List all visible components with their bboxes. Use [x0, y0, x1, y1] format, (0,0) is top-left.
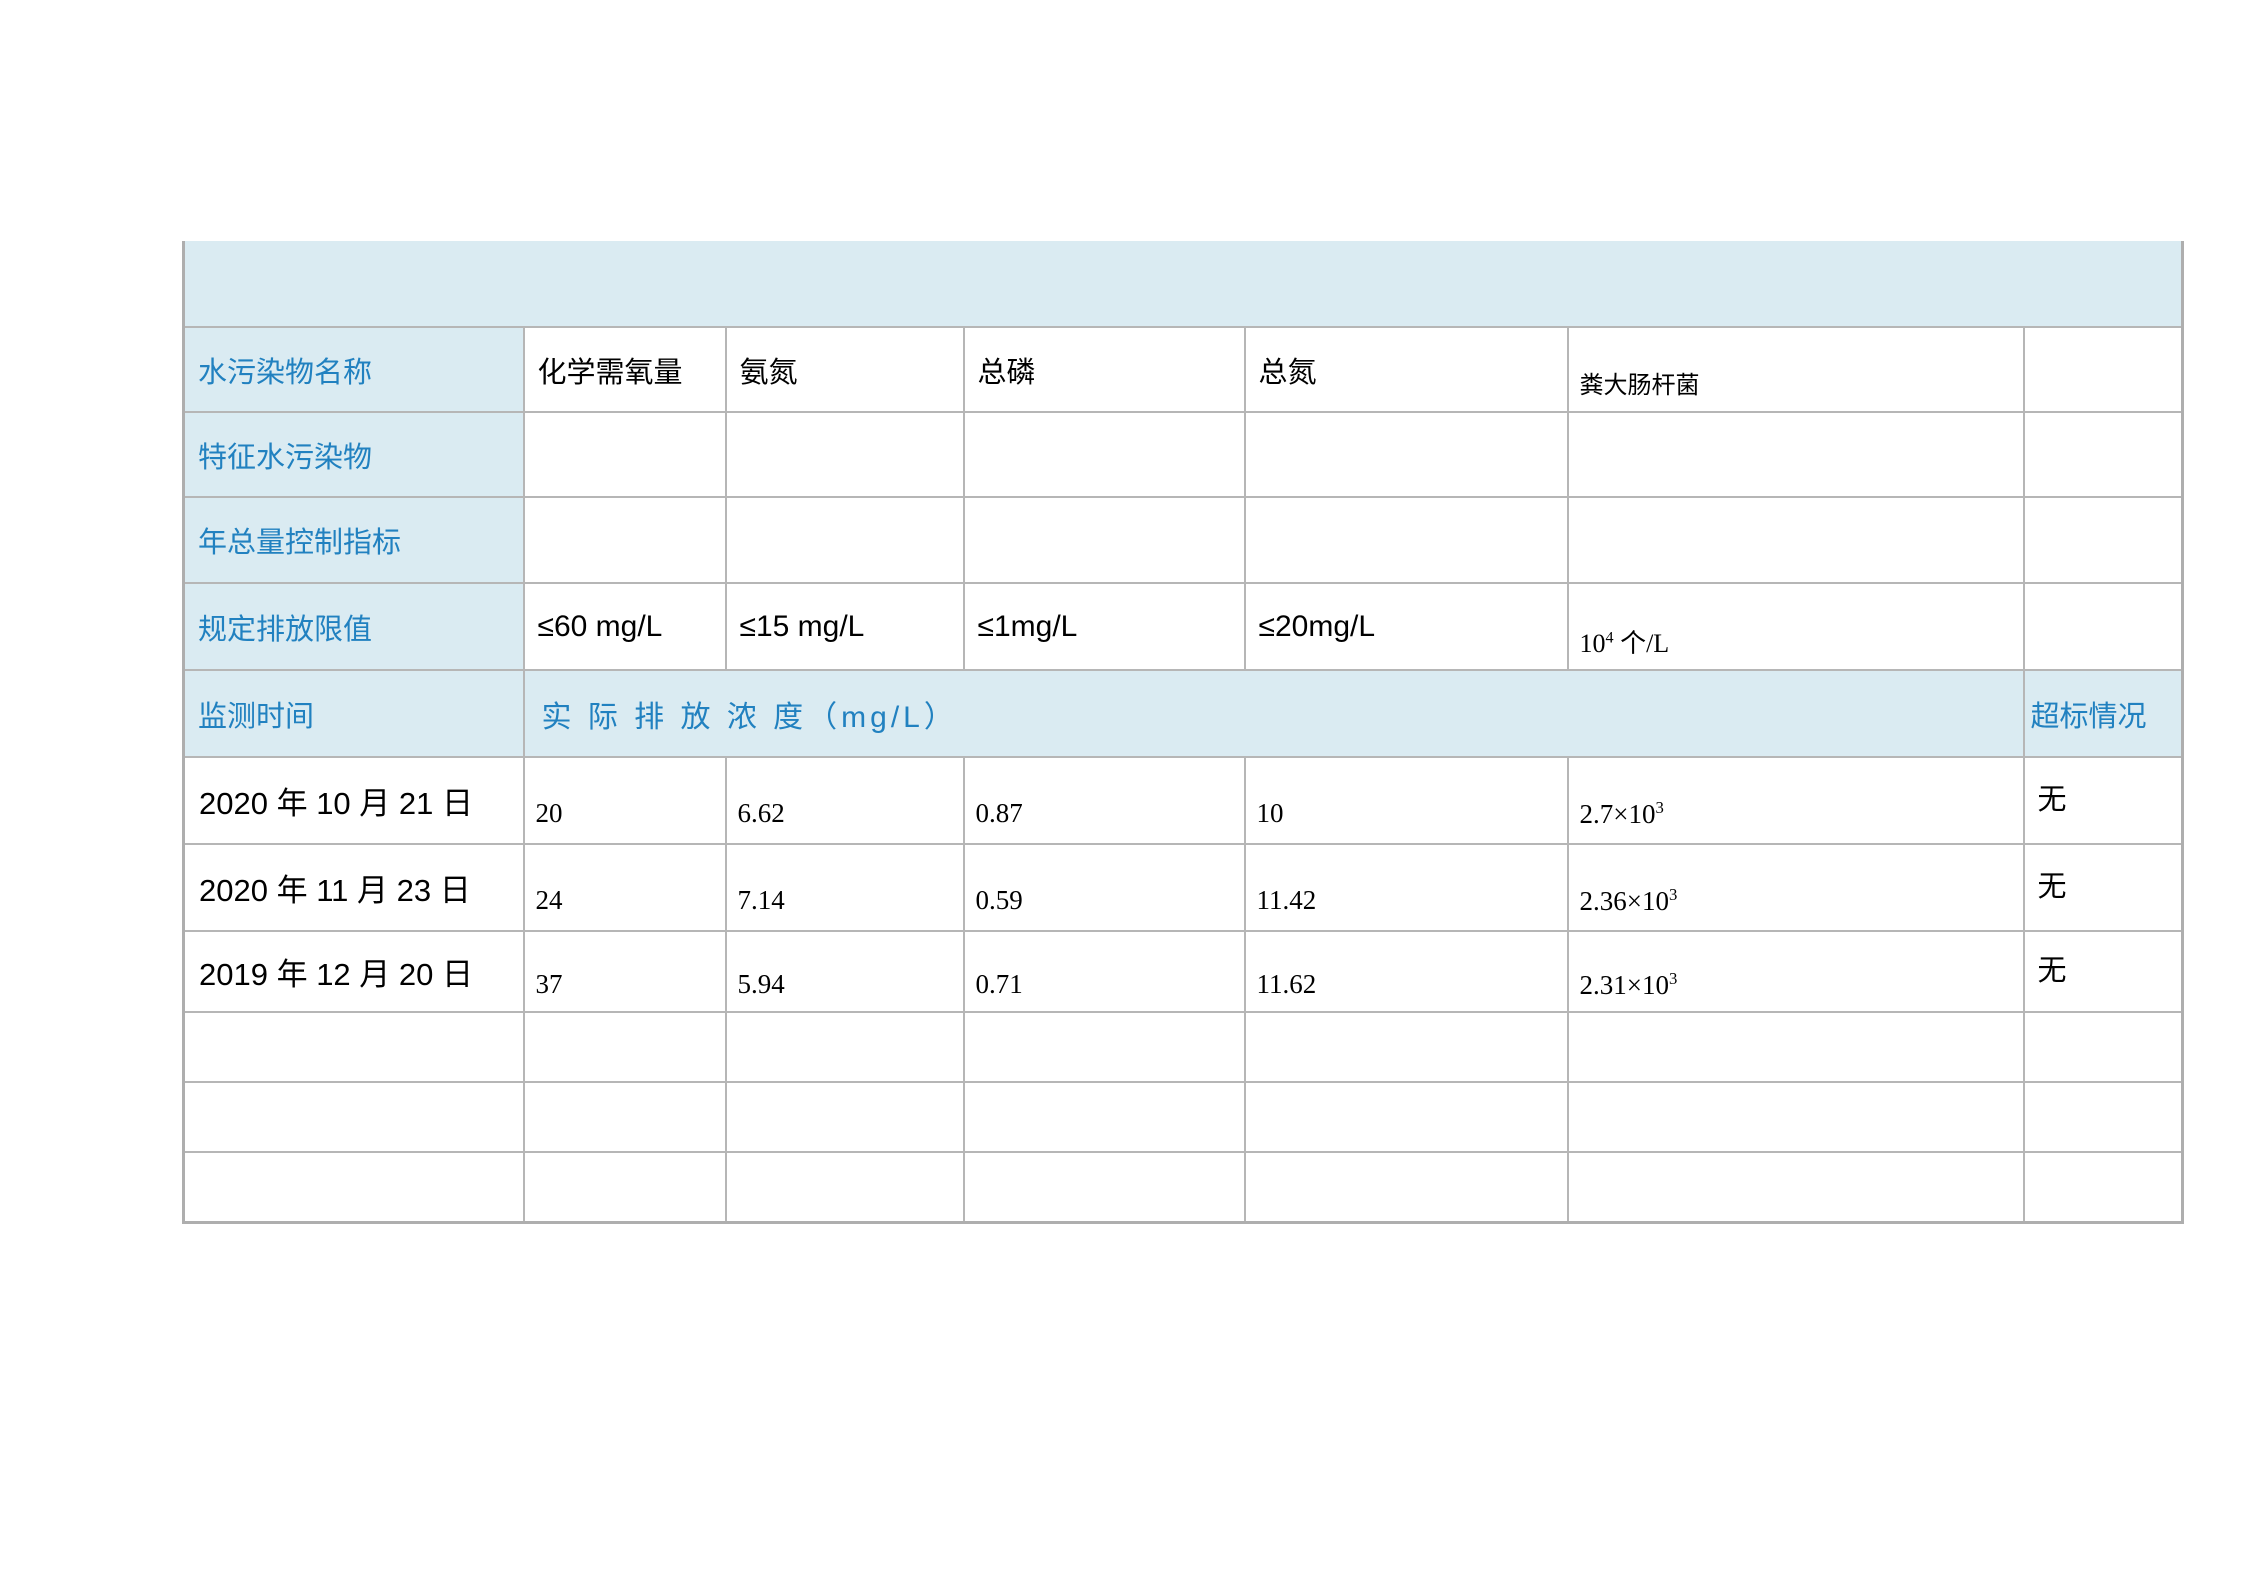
value-cod: 24: [524, 844, 726, 931]
data-row-3: 2019 年 12 月 20 日 37 5.94 0.71 11.62 2.31…: [184, 931, 2183, 1012]
row-label-pollutant-name: 水污染物名称: [184, 327, 524, 412]
value-coliform-exponent: 3: [1669, 969, 1677, 988]
value-coliform: 2.31×103: [1568, 931, 2024, 1012]
empty-cell: [1568, 1152, 2024, 1222]
value-coliform-exponent: 3: [1669, 885, 1677, 904]
empty-cell: [184, 1012, 524, 1082]
value-coliform-base: 2.36×10: [1580, 886, 1669, 916]
annual-total-control-row: 年总量控制指标: [184, 497, 2183, 583]
empty-cell: [524, 1012, 726, 1082]
empty-cell: [1245, 497, 1568, 583]
pollutant-header-coliform: 粪大肠杆菌: [1568, 327, 2024, 412]
empty-cell: [524, 497, 726, 583]
limit-ammonia: ≤15 mg/L: [726, 583, 964, 670]
empty-cell: [964, 1012, 1245, 1082]
empty-row: [184, 1152, 2183, 1222]
empty-cell: [184, 1082, 524, 1152]
data-row-2: 2020 年 11 月 23 日 24 7.14 0.59 11.42 2.36…: [184, 844, 2183, 931]
prescribed-limit-row: 规定排放限值 ≤60 mg/L ≤15 mg/L ≤1mg/L ≤20mg/L …: [184, 583, 2183, 670]
empty-cell: [2024, 1012, 2183, 1082]
empty-cell: [524, 1152, 726, 1222]
monitoring-time-row: 监测时间 实 际 排 放 浓 度（mg/L） 超标情况: [184, 670, 2183, 757]
empty-cell: [964, 412, 1245, 497]
value-ammonia: 5.94: [726, 931, 964, 1012]
value-ammonia: 7.14: [726, 844, 964, 931]
empty-cell: [964, 497, 1245, 583]
row-label-limit: 规定排放限值: [184, 583, 524, 670]
empty-cell: [1245, 1152, 1568, 1222]
value-nitrogen: 10: [1245, 757, 1568, 844]
water-pollutant-monitoring-table: 水污染物名称 化学需氧量 氨氮 总磷 总氮 粪大肠杆菌 特征水污染物 年总量控制…: [182, 241, 2184, 1224]
top-band-cell: [184, 241, 2183, 327]
empty-cell: [726, 1012, 964, 1082]
empty-row: [184, 1012, 2183, 1082]
characteristic-pollutant-row: 特征水污染物: [184, 412, 2183, 497]
empty-cell: [964, 1082, 1245, 1152]
empty-cell: [726, 412, 964, 497]
empty-cell: [1245, 1012, 1568, 1082]
monitor-date: 2020 年 10 月 21 日: [184, 757, 524, 844]
pollutant-header-nitrogen: 总氮: [1245, 327, 1568, 412]
value-coliform: 2.7×103: [1568, 757, 2024, 844]
limit-coliform-base: 10: [1580, 629, 1606, 658]
exceed-status: 无: [2024, 757, 2183, 844]
actual-concentration-header: 实 际 排 放 浓 度（mg/L）: [524, 670, 2024, 757]
limit-nitrogen: ≤20mg/L: [1245, 583, 1568, 670]
empty-cell: [1568, 1082, 2024, 1152]
empty-cell: [2024, 412, 2183, 497]
data-row-1: 2020 年 10 月 21 日 20 6.62 0.87 10 2.7×103…: [184, 757, 2183, 844]
empty-cell: [1568, 1012, 2024, 1082]
empty-cell: [2024, 1152, 2183, 1222]
empty-cell: [184, 1152, 524, 1222]
empty-cell: [1245, 412, 1568, 497]
empty-cell: [726, 1082, 964, 1152]
empty-cell: [1568, 497, 2024, 583]
row-label-characteristic: 特征水污染物: [184, 412, 524, 497]
limit-phosphorus: ≤1mg/L: [964, 583, 1245, 670]
row-label-annual-total: 年总量控制指标: [184, 497, 524, 583]
monitor-date: 2020 年 11 月 23 日: [184, 844, 524, 931]
value-coliform-base: 2.7×10: [1580, 799, 1656, 829]
value-nitrogen: 11.62: [1245, 931, 1568, 1012]
value-phosphorus: 0.87: [964, 757, 1245, 844]
pollutant-header-ammonia: 氨氮: [726, 327, 964, 412]
pollutant-header-cod: 化学需氧量: [524, 327, 726, 412]
empty-cell: [2024, 497, 2183, 583]
value-cod: 20: [524, 757, 726, 844]
value-phosphorus: 0.59: [964, 844, 1245, 931]
value-cod: 37: [524, 931, 726, 1012]
table-top-band: [184, 241, 2183, 327]
limit-cod: ≤60 mg/L: [524, 583, 726, 670]
empty-cell: [726, 1152, 964, 1222]
empty-cell: [2024, 1082, 2183, 1152]
limit-coliform-unit: 个/L: [1614, 629, 1670, 658]
empty-cell: [524, 412, 726, 497]
value-coliform: 2.36×103: [1568, 844, 2024, 931]
value-phosphorus: 0.71: [964, 931, 1245, 1012]
value-ammonia: 6.62: [726, 757, 964, 844]
row-label-monitoring-time: 监测时间: [184, 670, 524, 757]
pollutant-header-phosphorus: 总磷: [964, 327, 1245, 412]
value-coliform-base: 2.31×10: [1580, 970, 1669, 1000]
empty-row: [184, 1082, 2183, 1152]
exceed-status: 无: [2024, 844, 2183, 931]
value-coliform-exponent: 3: [1655, 798, 1663, 817]
empty-cell: [964, 1152, 1245, 1222]
exceed-status: 无: [2024, 931, 2183, 1012]
monitor-date: 2019 年 12 月 20 日: [184, 931, 524, 1012]
limit-coliform: 104 个/L: [1568, 583, 2024, 670]
empty-cell: [1245, 1082, 1568, 1152]
empty-cell: [726, 497, 964, 583]
value-nitrogen: 11.42: [1245, 844, 1568, 931]
limit-coliform-exponent: 4: [1606, 629, 1614, 646]
empty-cell: [1568, 412, 2024, 497]
pollutant-name-row: 水污染物名称 化学需氧量 氨氮 总磷 总氮 粪大肠杆菌: [184, 327, 2183, 412]
empty-cell: [2024, 583, 2183, 670]
empty-cell: [524, 1082, 726, 1152]
empty-cell: [2024, 327, 2183, 412]
exceed-status-header: 超标情况: [2024, 670, 2183, 757]
